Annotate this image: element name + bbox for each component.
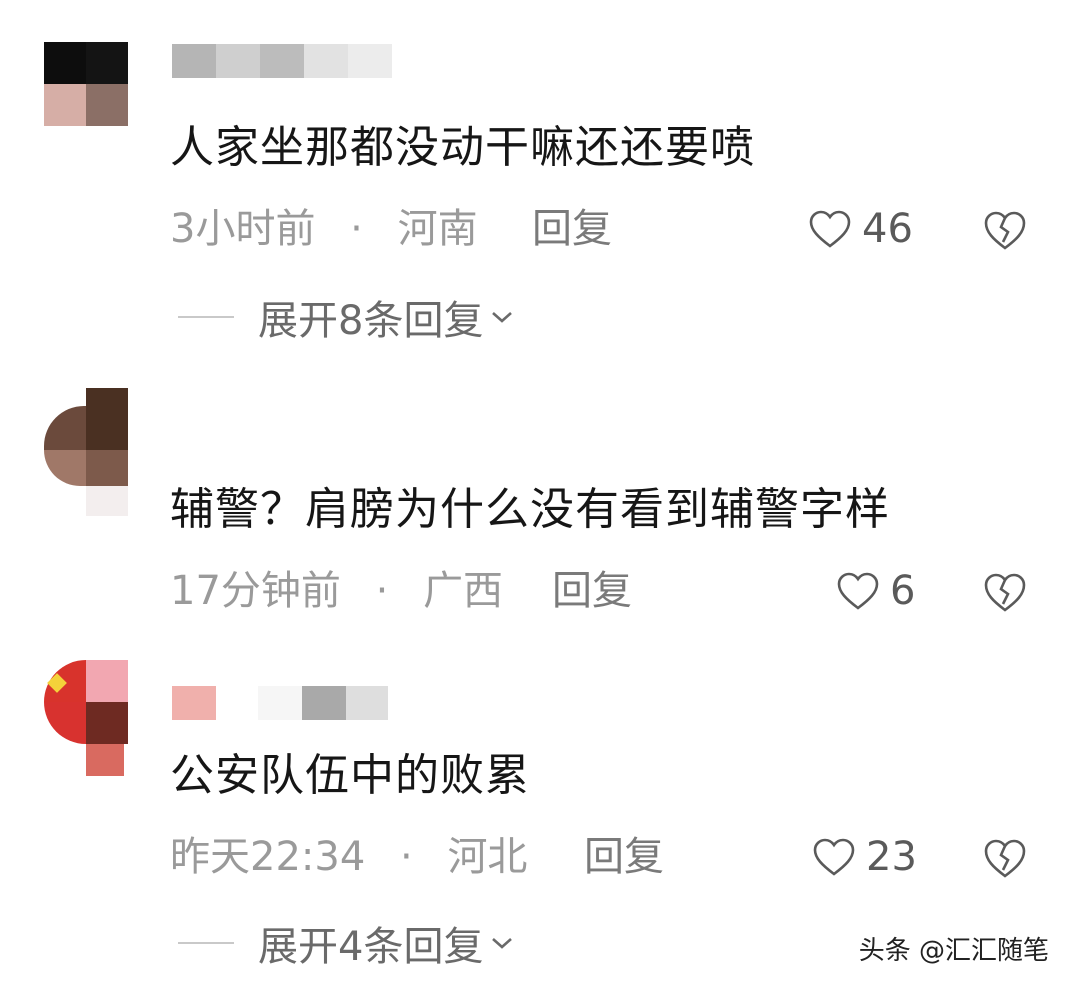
comment-text: 公安队伍中的败累	[170, 750, 530, 801]
comment-time: 17分钟前	[170, 568, 341, 614]
reply-button[interactable]: 回复	[584, 832, 664, 882]
like-count: 6	[890, 568, 916, 614]
comment-text: 辅警？肩膀为什么没有看到辅警字样	[170, 484, 890, 535]
broken-heart-icon[interactable]	[982, 208, 1028, 252]
comment-meta: 17分钟前 · 广西	[170, 566, 503, 616]
like-button[interactable]: 46	[808, 204, 913, 254]
avatar[interactable]	[44, 42, 128, 126]
chevron-down-icon	[492, 938, 513, 949]
like-button[interactable]: 6	[836, 566, 915, 616]
meta-separator: ·	[400, 834, 413, 880]
like-count: 46	[862, 206, 913, 252]
like-button[interactable]: 23	[812, 832, 917, 882]
reply-button[interactable]: 回复	[532, 204, 612, 254]
comment-location: 河南	[397, 206, 478, 252]
expand-replies-label: 展开4条回复	[258, 924, 484, 970]
broken-heart-icon[interactable]	[982, 570, 1028, 614]
username-blurred[interactable]	[172, 686, 392, 720]
comment-time: 3小时前	[170, 206, 316, 252]
avatar[interactable]	[44, 388, 144, 516]
comment-text: 人家坐那都没动干嘛还还要喷	[170, 122, 755, 173]
heart-outline-icon	[809, 210, 851, 248]
like-count: 23	[866, 834, 917, 880]
divider-line	[178, 316, 234, 318]
divider-line	[178, 942, 234, 944]
meta-separator: ·	[350, 206, 363, 252]
reply-button[interactable]: 回复	[552, 566, 632, 616]
comment-location: 河北	[447, 834, 528, 880]
meta-separator: ·	[375, 568, 389, 614]
expand-replies-button[interactable]: 展开4条回复	[178, 918, 515, 970]
comment-meta: 昨天22:34 · 河北	[170, 832, 527, 882]
comment-location: 广西	[423, 568, 504, 614]
expand-replies-button[interactable]: 展开8条回复	[178, 292, 515, 344]
broken-heart-icon[interactable]	[982, 836, 1028, 880]
heart-outline-icon	[837, 572, 879, 610]
comment-time: 昨天22:34	[170, 834, 366, 880]
comment-item: 人家坐那都没动干嘛还还要喷 3小时前 · 河南 回复 46 展开8条回复	[0, 0, 1075, 360]
comment-item: 辅警？肩膀为什么没有看到辅警字样 17分钟前 · 广西 回复 6	[0, 380, 1075, 640]
avatar[interactable]	[44, 660, 134, 776]
chevron-down-icon	[492, 312, 513, 323]
username-blurred[interactable]	[172, 44, 432, 78]
heart-outline-icon	[813, 838, 855, 876]
comment-meta: 3小时前 · 河南	[170, 204, 478, 254]
watermark: 头条 @汇汇随笔	[858, 936, 1049, 966]
expand-replies-label: 展开8条回复	[258, 298, 484, 344]
